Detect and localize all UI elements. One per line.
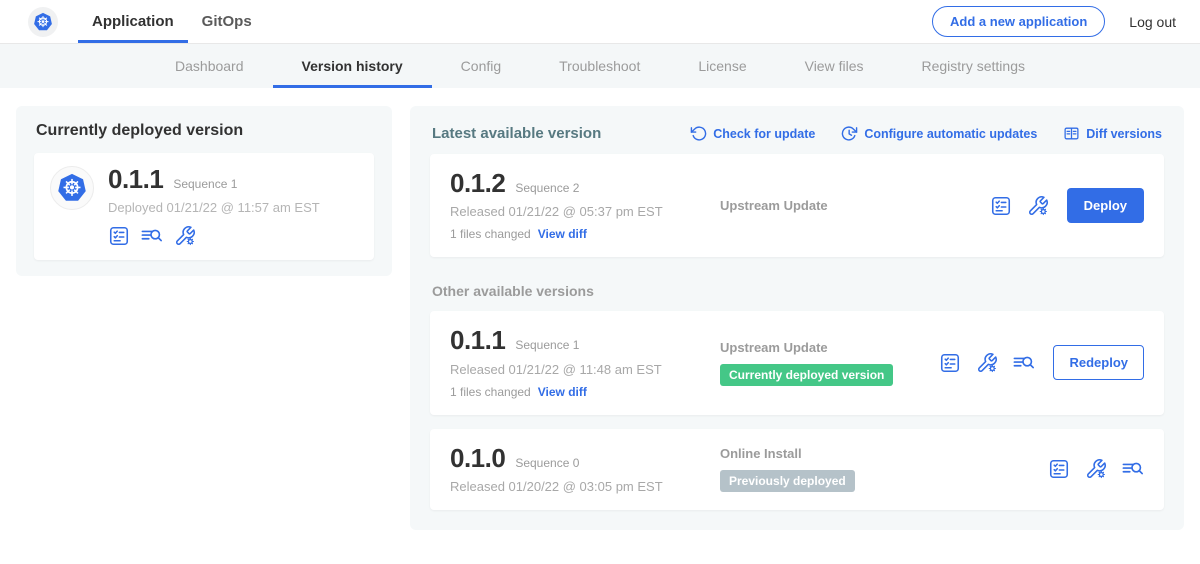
logout-button[interactable]: Log out	[1129, 14, 1176, 30]
app-kubernetes-logo-icon	[50, 166, 94, 210]
sequence-label: Sequence 1	[515, 338, 579, 352]
panel-actions: Check for update Configure automatic upd…	[690, 125, 1162, 142]
deploy-button[interactable]: Deploy	[1067, 188, 1144, 223]
config-wrench-icon[interactable]	[1027, 195, 1049, 217]
configure-automatic-updates-link[interactable]: Configure automatic updates	[841, 125, 1037, 142]
main-content: Currently deployed version 0.1.1 Sequenc…	[0, 88, 1200, 530]
app-sub-nav: Dashboard Version history Config Trouble…	[0, 44, 1200, 88]
view-diff-link[interactable]: View diff	[538, 227, 587, 241]
files-changed-label: 1 files changed	[450, 227, 531, 241]
released-timestamp: Released 01/20/22 @ 03:05 pm EST	[450, 479, 702, 494]
kubernetes-logo-icon	[28, 7, 58, 37]
version-card-0-1-1: 0.1.1 Sequence 1 Released 01/21/22 @ 11:…	[430, 311, 1164, 414]
topnav-right: Add a new application Log out	[932, 0, 1176, 43]
version-source-label: Upstream Update	[720, 340, 939, 355]
check-for-update-label: Check for update	[713, 127, 815, 141]
tab-version-history[interactable]: Version history	[273, 44, 432, 88]
currently-deployed-badge: Currently deployed version	[720, 364, 893, 386]
preflight-checklist-icon[interactable]	[939, 352, 961, 374]
version-card-0-1-0: 0.1.0 Sequence 0 Released 01/20/22 @ 03:…	[430, 429, 1164, 510]
tab-troubleshoot[interactable]: Troubleshoot	[530, 44, 669, 88]
topnav-tabs: Application GitOps	[78, 0, 266, 43]
available-versions-panel: Latest available version Check for updat…	[410, 106, 1184, 530]
diff-icon	[1063, 125, 1080, 142]
version-source-label: Online Install	[720, 446, 1048, 461]
deployed-sequence-label: Sequence 1	[173, 177, 237, 191]
brand	[28, 0, 58, 43]
add-application-button[interactable]: Add a new application	[932, 6, 1105, 37]
redeploy-button[interactable]: Redeploy	[1053, 345, 1144, 380]
sequence-label: Sequence 2	[515, 181, 579, 195]
tab-dashboard[interactable]: Dashboard	[146, 44, 273, 88]
preflight-checklist-icon[interactable]	[990, 195, 1012, 217]
version-number: 0.1.1	[450, 327, 505, 354]
other-versions-title: Other available versions	[432, 283, 1162, 299]
refresh-icon	[690, 125, 707, 142]
tab-config[interactable]: Config	[432, 44, 530, 88]
latest-available-title: Latest available version	[432, 125, 601, 142]
version-number: 0.1.0	[450, 445, 505, 472]
version-number: 0.1.2	[450, 170, 505, 197]
config-wrench-icon[interactable]	[976, 352, 998, 374]
deploy-logs-icon[interactable]	[141, 225, 163, 247]
files-changed-label: 1 files changed	[450, 385, 531, 399]
config-wrench-icon[interactable]	[174, 225, 196, 247]
version-card-0-1-2: 0.1.2 Sequence 2 Released 01/21/22 @ 05:…	[430, 154, 1164, 257]
tab-registry-settings[interactable]: Registry settings	[893, 44, 1054, 88]
deployed-panel-title: Currently deployed version	[34, 120, 374, 140]
tab-gitops[interactable]: GitOps	[188, 0, 266, 43]
version-source-label: Upstream Update	[720, 198, 990, 213]
deployed-timestamp: Deployed 01/21/22 @ 11:57 am EST	[108, 200, 320, 215]
currently-deployed-panel: Currently deployed version 0.1.1 Sequenc…	[16, 106, 392, 276]
view-diff-link[interactable]: View diff	[538, 385, 587, 399]
scheduled-refresh-icon	[841, 125, 858, 142]
preflight-checklist-icon[interactable]	[1048, 458, 1070, 480]
previously-deployed-badge: Previously deployed	[720, 470, 855, 492]
tab-application[interactable]: Application	[78, 0, 188, 43]
sequence-label: Sequence 0	[515, 456, 579, 470]
top-nav: Application GitOps Add a new application…	[0, 0, 1200, 44]
deployed-version-number: 0.1.1	[108, 166, 163, 193]
tab-license[interactable]: License	[669, 44, 775, 88]
deployed-version-card: 0.1.1 Sequence 1 Deployed 01/21/22 @ 11:…	[34, 153, 374, 260]
released-timestamp: Released 01/21/22 @ 11:48 am EST	[450, 362, 702, 377]
deploy-logs-icon[interactable]	[1122, 458, 1144, 480]
configure-automatic-updates-label: Configure automatic updates	[864, 127, 1037, 141]
preflight-checklist-icon[interactable]	[108, 225, 130, 247]
diff-versions-link[interactable]: Diff versions	[1063, 125, 1162, 142]
config-wrench-icon[interactable]	[1085, 458, 1107, 480]
released-timestamp: Released 01/21/22 @ 05:37 pm EST	[450, 204, 702, 219]
deploy-logs-icon[interactable]	[1013, 352, 1035, 374]
tab-view-files[interactable]: View files	[776, 44, 893, 88]
diff-versions-label: Diff versions	[1086, 127, 1162, 141]
check-for-update-link[interactable]: Check for update	[690, 125, 815, 142]
